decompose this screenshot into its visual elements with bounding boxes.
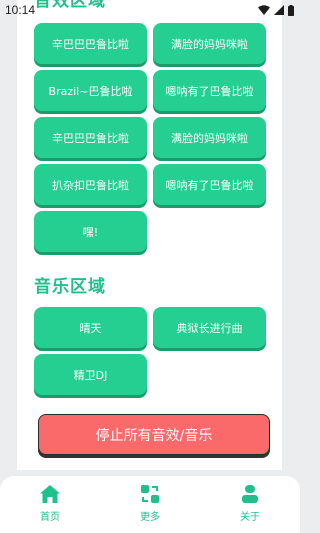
music-button-3[interactable]: 精卫DJ bbox=[34, 354, 147, 395]
status-bar: 10:14 bbox=[0, 0, 300, 20]
sound-button-9[interactable]: 嘿! bbox=[34, 211, 147, 252]
home-icon bbox=[40, 485, 60, 503]
bottom-tab-bar: 首页 更多 关于 bbox=[0, 476, 300, 533]
status-time: 10:14 bbox=[5, 3, 36, 17]
tab-home[interactable]: 首页 bbox=[15, 476, 85, 533]
tab-more[interactable]: 更多 bbox=[115, 476, 185, 533]
sound-button-3[interactable]: Brazil~巴鲁比啦 bbox=[34, 70, 147, 111]
music-title: 音乐区域 bbox=[34, 277, 106, 297]
person-icon bbox=[242, 485, 258, 503]
content-card[interactable]: 音效区域 辛巴巴巴鲁比啦 满脸的妈妈咪啦 Brazil~巴鲁比啦 嗯呐有了巴鲁比… bbox=[17, 0, 282, 470]
sound-button-8[interactable]: 嗯呐有了巴鲁比啦 bbox=[153, 164, 266, 205]
music-button-1[interactable]: 晴天 bbox=[34, 307, 147, 348]
wifi-icon bbox=[258, 5, 270, 15]
sound-button-4[interactable]: 嗯呐有了巴鲁比啦 bbox=[153, 70, 266, 111]
sound-button-2[interactable]: 满脸的妈妈咪啦 bbox=[153, 23, 266, 64]
sound-button-1[interactable]: 辛巴巴巴鲁比啦 bbox=[34, 23, 147, 64]
sound-button-7[interactable]: 扒杂扣巴鲁比啦 bbox=[34, 164, 147, 205]
tab-more-label: 更多 bbox=[140, 512, 160, 523]
status-icons bbox=[258, 4, 294, 16]
more-icon bbox=[141, 485, 159, 503]
battery-icon bbox=[288, 4, 294, 16]
sound-button-6[interactable]: 满脸的妈妈咪啦 bbox=[153, 117, 266, 158]
tab-about-label: 关于 bbox=[240, 512, 260, 523]
stop-all-button[interactable]: 停止所有音效/音乐 bbox=[38, 414, 270, 455]
signal-icon bbox=[274, 5, 284, 15]
tab-about[interactable]: 关于 bbox=[215, 476, 285, 533]
tab-home-label: 首页 bbox=[40, 512, 60, 523]
sound-button-5[interactable]: 辛巴巴巴鲁比啦 bbox=[34, 117, 147, 158]
music-button-2[interactable]: 典狱长进行曲 bbox=[153, 307, 266, 348]
